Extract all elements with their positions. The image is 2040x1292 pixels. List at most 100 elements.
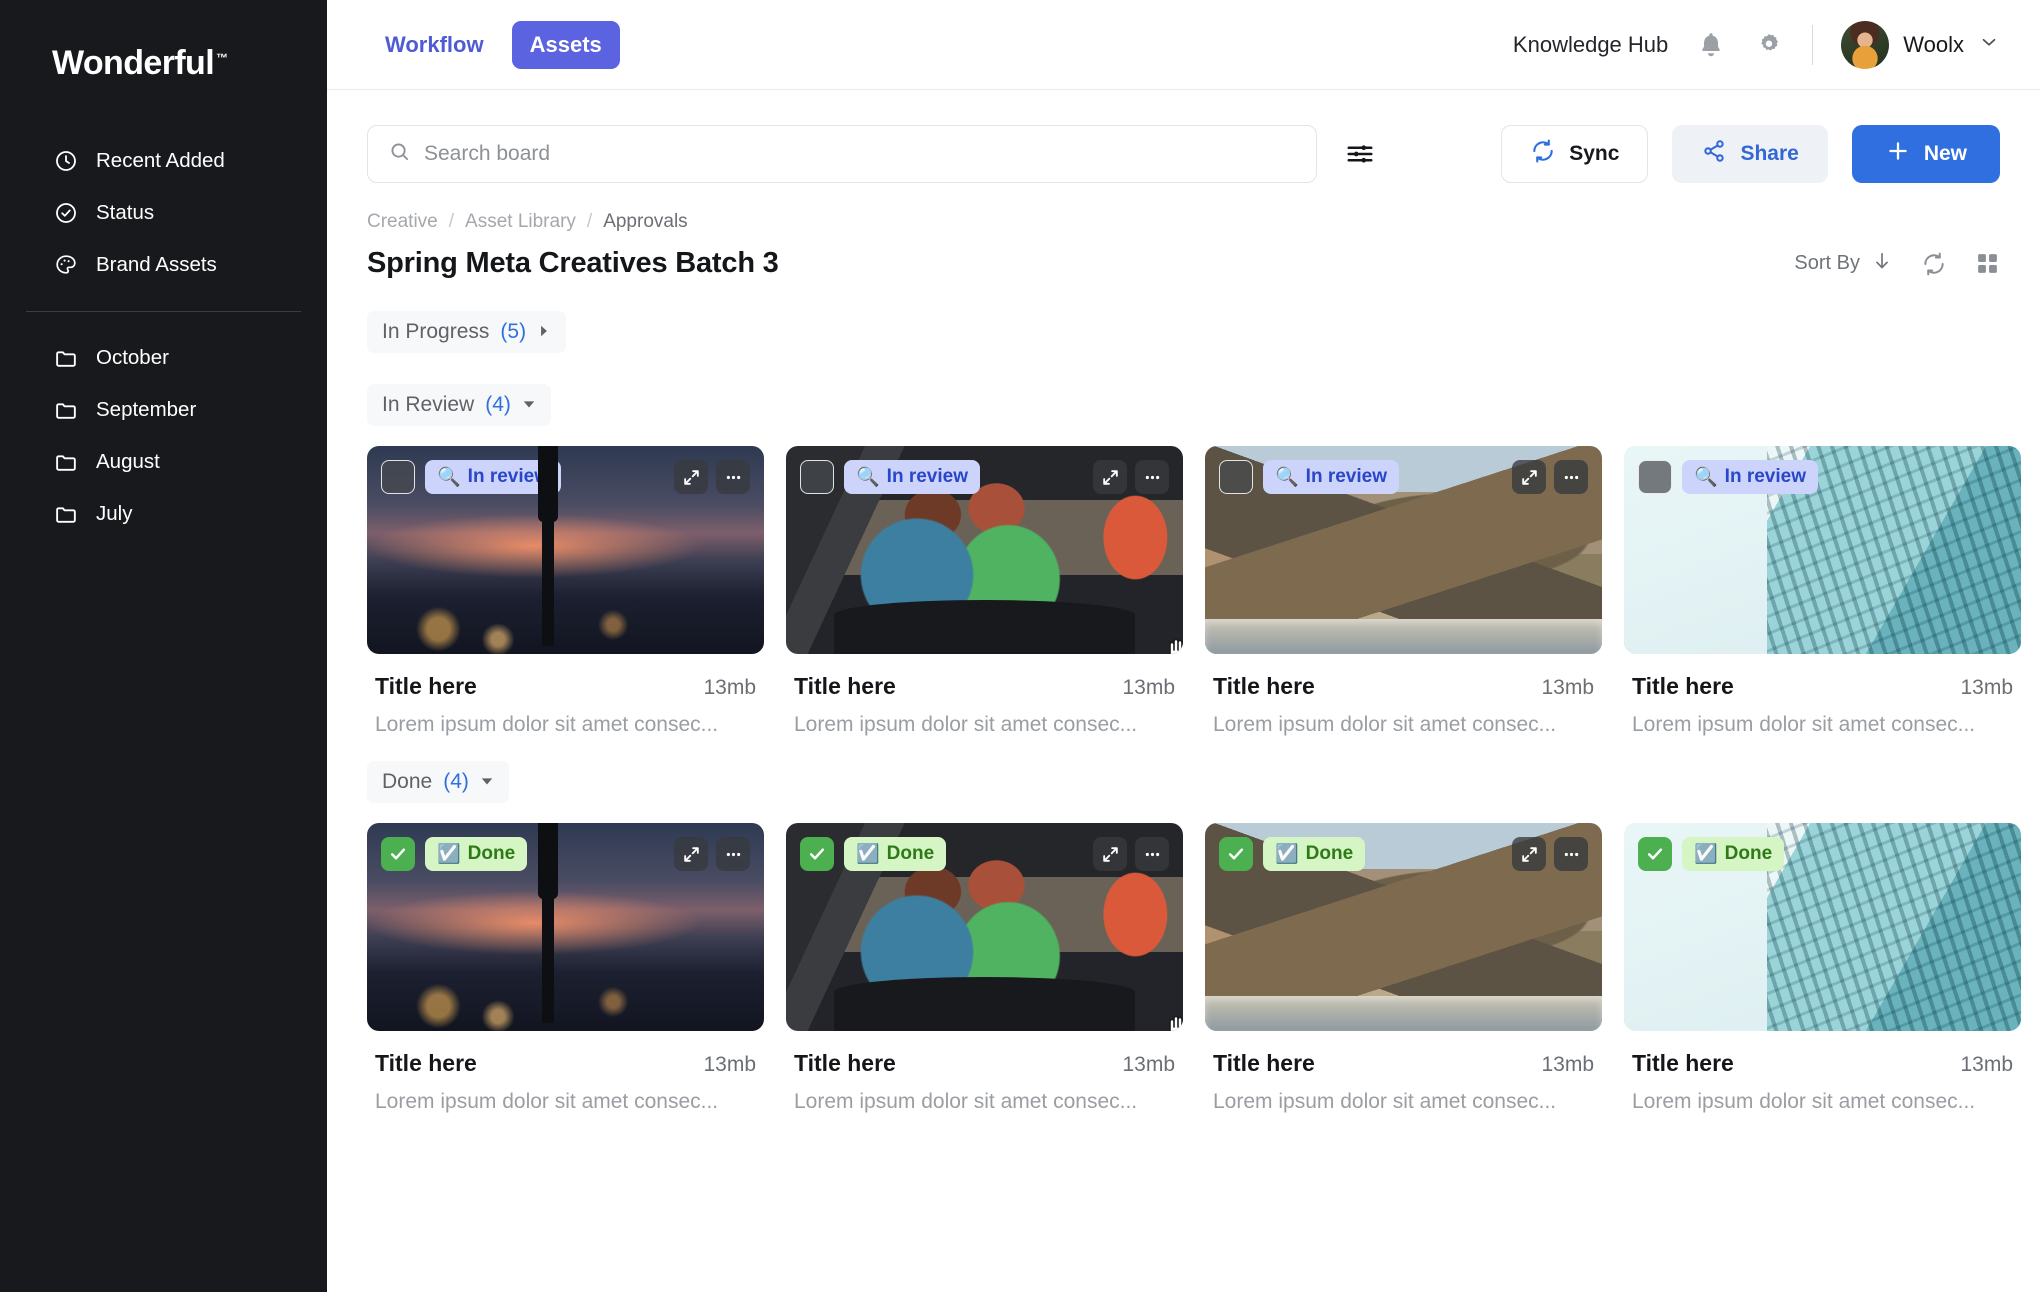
more-horizontal-icon[interactable]	[1554, 837, 1588, 871]
asset-title: Title here	[794, 1050, 896, 1076]
status-badge: ☑️ Done	[425, 837, 528, 871]
asset-thumbnail[interactable]: 🔍 In review	[1624, 446, 2021, 654]
more-horizontal-icon[interactable]	[716, 460, 750, 494]
group-header-in-progress[interactable]: In Progress (5)	[367, 311, 567, 353]
sidebar-folder-july[interactable]: July	[26, 488, 301, 540]
select-checkbox[interactable]	[800, 460, 834, 494]
card-tools	[1093, 837, 1169, 871]
in-review-card-grid: 🔍 In review Title here 13mb Lorem ipsum …	[367, 446, 2021, 737]
sidebar-folder-september[interactable]: September	[26, 384, 301, 436]
thumbnail-overlay: 🔍 In review	[800, 460, 1169, 494]
white-check-icon	[1647, 848, 1663, 860]
check-box-icon: ☑️	[437, 844, 461, 865]
sidebar-folder-october[interactable]: October	[26, 332, 301, 384]
asset-card[interactable]: ☑️ Done	[786, 823, 1183, 1114]
expand-arrows-icon[interactable]	[1093, 837, 1127, 871]
asset-size: 13mb	[1960, 1053, 2013, 1076]
refresh-icon[interactable]	[1921, 251, 1947, 277]
share-button[interactable]: Share	[1672, 125, 1828, 183]
breadcrumb-separator: /	[448, 211, 455, 232]
select-checkbox[interactable]	[1219, 837, 1253, 871]
asset-card[interactable]: ☑️ Done	[367, 823, 764, 1114]
expand-arrows-icon[interactable]	[1093, 460, 1127, 494]
knowledge-hub-link[interactable]: Knowledge Hub	[1513, 32, 1668, 58]
select-checkbox[interactable]	[381, 837, 415, 871]
breadcrumb-item-creative[interactable]: Creative	[367, 211, 438, 233]
caret-right-icon[interactable]	[537, 320, 551, 344]
select-checkbox[interactable]	[381, 460, 415, 494]
select-checkbox[interactable]	[1219, 460, 1253, 494]
expand-arrows-icon[interactable]	[1512, 837, 1546, 871]
tab-assets[interactable]: Assets	[511, 20, 620, 69]
plus-icon	[1885, 138, 1911, 170]
asset-card[interactable]: 🔍 In review Title here 13mb Lorem ipsum …	[1624, 446, 2021, 737]
new-button[interactable]: New	[1851, 125, 2000, 183]
tab-workflow[interactable]: Workflow	[367, 21, 502, 69]
asset-title: Title here	[375, 673, 477, 699]
asset-card[interactable]: ☑️ Done	[1205, 823, 1602, 1114]
status-badge: ☑️ Done	[844, 837, 947, 871]
asset-card[interactable]: ☑️ Done Title here 13mb Lorem ipsum dolo…	[1624, 823, 2021, 1114]
brand-logo[interactable]: Wonderful ™	[0, 0, 327, 83]
folder-icon	[53, 449, 79, 475]
sidebar-item-brand-assets[interactable]: Brand Assets	[26, 239, 301, 291]
expand-arrows-icon[interactable]	[674, 460, 708, 494]
asset-card-headline: Title here 13mb	[1632, 1050, 2013, 1077]
asset-card[interactable]: 🔍 In review	[786, 446, 1183, 737]
search-board-field[interactable]	[367, 125, 1317, 183]
gear-icon[interactable]	[1754, 30, 1784, 60]
status-badge: 🔍 In review	[425, 460, 561, 494]
folder-icon	[53, 397, 79, 423]
expand-arrows-icon[interactable]	[674, 837, 708, 871]
sidebar-item-label: Status	[96, 201, 155, 224]
sidebar-folder-label: July	[96, 502, 133, 525]
arrow-down-icon	[1871, 250, 1893, 278]
expand-arrows-icon[interactable]	[1512, 460, 1546, 494]
sync-label: Sync	[1569, 142, 1620, 165]
palette-icon	[53, 252, 79, 278]
chevron-down-icon[interactable]	[1978, 31, 2000, 58]
sidebar-item-recent-added[interactable]: Recent Added	[26, 135, 301, 187]
asset-thumbnail[interactable]: ☑️ Done	[1624, 823, 2021, 1031]
grid-view-icon[interactable]	[1975, 251, 2000, 276]
breadcrumb-item-approvals[interactable]: Approvals	[603, 211, 688, 233]
group-done-wrap: Done (4) ☑️ Done Title here 13mb Lorem i…	[367, 761, 2021, 1114]
more-horizontal-icon[interactable]	[716, 837, 750, 871]
more-horizontal-icon[interactable]	[1135, 460, 1169, 494]
asset-thumbnail[interactable]: 🔍 In review	[1205, 446, 1602, 654]
card-tools	[1512, 460, 1588, 494]
asset-card[interactable]: 🔍 In review	[367, 446, 764, 737]
check-box-icon: ☑️	[1275, 844, 1299, 865]
search-input[interactable]	[424, 142, 1296, 166]
sync-button[interactable]: Sync	[1501, 125, 1649, 183]
asset-thumbnail[interactable]: ☑️ Done	[1205, 823, 1602, 1031]
more-horizontal-icon[interactable]	[1135, 837, 1169, 871]
asset-card[interactable]: 🔍 In review	[1205, 446, 1602, 737]
sliders-filter-icon[interactable]	[1345, 139, 1375, 169]
asset-thumbnail[interactable]: 🔍 In review	[786, 446, 1183, 654]
bell-icon[interactable]	[1696, 30, 1726, 60]
asset-thumbnail[interactable]: ☑️ Done	[786, 823, 1183, 1031]
sidebar-item-status[interactable]: Status	[26, 187, 301, 239]
asset-size: 13mb	[703, 1053, 756, 1076]
caret-down-icon[interactable]	[522, 393, 536, 417]
sidebar-folder-august[interactable]: August	[26, 436, 301, 488]
asset-thumbnail[interactable]: 🔍 In review	[367, 446, 764, 654]
card-tools	[1512, 837, 1588, 871]
caret-down-icon[interactable]	[480, 770, 494, 794]
user-menu[interactable]: Woolx	[1841, 20, 2000, 69]
select-checkbox[interactable]	[1638, 837, 1672, 871]
thumbnail-overlay: 🔍 In review	[1638, 460, 2007, 494]
folder-icon	[53, 345, 79, 371]
group-header-done[interactable]: Done (4)	[367, 761, 509, 803]
more-horizontal-icon[interactable]	[1554, 460, 1588, 494]
sort-by-control[interactable]: Sort By	[1794, 250, 1893, 278]
breadcrumb-item-asset-library[interactable]: Asset Library	[465, 211, 576, 233]
group-count: (4)	[443, 770, 469, 793]
select-checkbox[interactable]	[1638, 460, 1672, 494]
asset-card-headline: Title here 13mb	[375, 673, 756, 700]
select-checkbox[interactable]	[800, 837, 834, 871]
asset-meta-overlay: PNG • 616×418	[912, 613, 1057, 635]
asset-thumbnail[interactable]: ☑️ Done	[367, 823, 764, 1031]
group-header-in-review[interactable]: In Review (4)	[367, 384, 551, 426]
